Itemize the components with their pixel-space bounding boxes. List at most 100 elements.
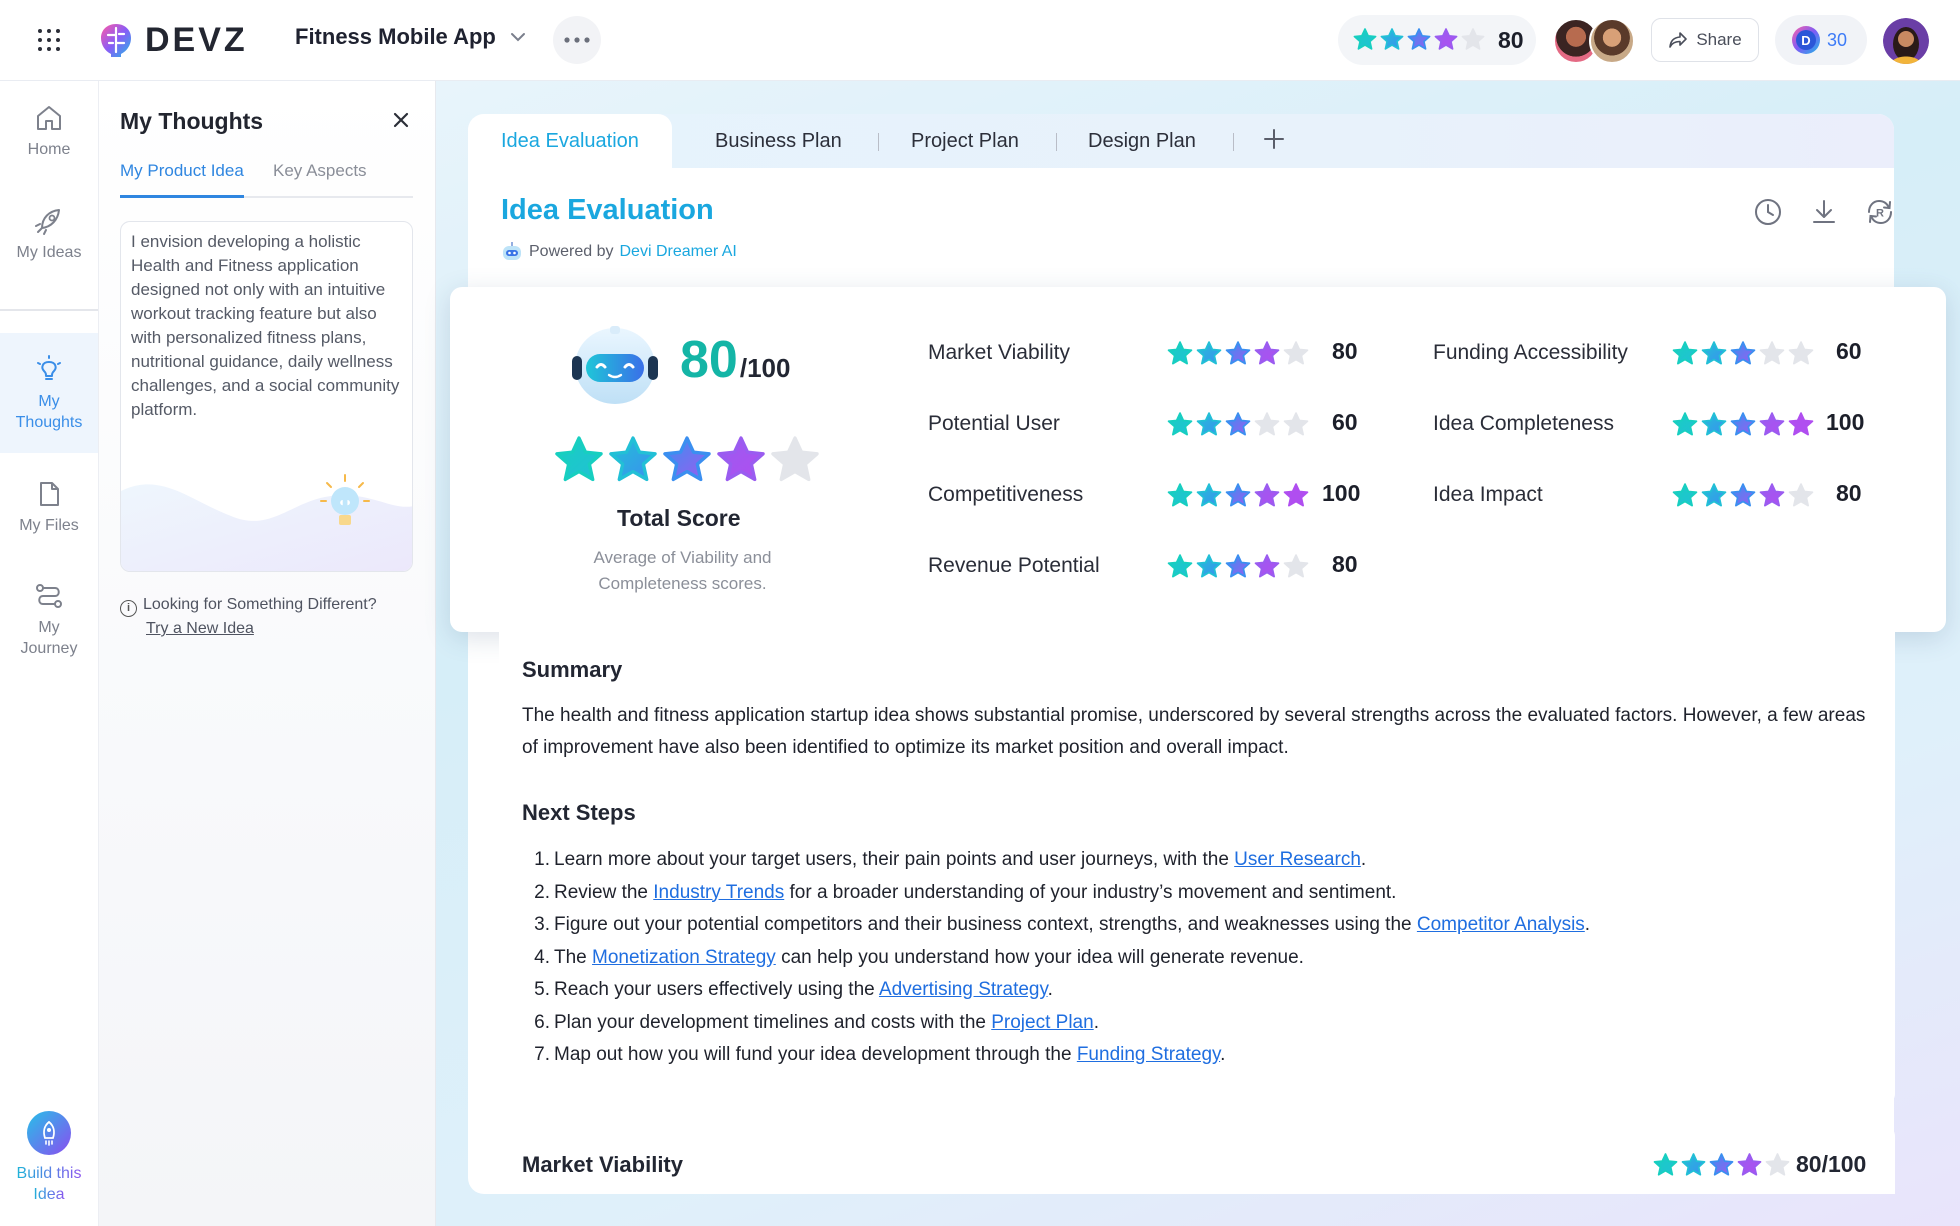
tab-my-product-idea[interactable]: My Product Idea [120,161,244,198]
metric-label: Market Viability [928,341,1070,364]
collaborator-avatar-2[interactable] [1589,18,1635,64]
add-tab-button[interactable] [1263,126,1285,156]
tab-key-aspects[interactable]: Key Aspects [273,161,367,198]
star-filled-icon [1225,483,1251,507]
lightbulb-icon [37,355,61,380]
step-text-end: . [1584,914,1591,935]
credits-letter: D [1801,33,1810,48]
star-filled-icon [1225,554,1251,578]
metric-competitiveness: Competitiveness [928,480,1083,510]
star-filled-icon [1196,412,1222,436]
metric-potential-user-stars [1166,411,1310,439]
step-link[interactable]: Monetization Strategy [592,947,776,968]
next-step-item: 1. Learn more about your target users, th… [522,844,1872,877]
step-text-end: for a broader understanding of your indu… [784,881,1397,903]
star-filled-icon [1254,554,1280,578]
metric-funding-accessibility: Funding Accessibility [1433,338,1628,368]
robot-mascot-icon [572,326,658,404]
regenerate-button[interactable]: R [1865,197,1895,227]
metric-competitiveness-value: 100 [1322,480,1361,506]
user-avatar[interactable] [1883,18,1929,64]
step-text: Plan your development timelines and cost… [554,1011,992,1033]
project-selector[interactable]: Fitness Mobile App [295,24,526,50]
next-steps-list: 1. Learn more about your target users, th… [522,844,1872,1072]
left-navigation: Home My Ideas My Thoughts My Files My Jo… [0,81,99,1226]
tab-project-plan[interactable]: Project Plan [911,114,1019,168]
rocket-launch-icon [43,1120,55,1146]
more-options-button[interactable] [553,16,601,64]
nav-my-thoughts[interactable]: My Thoughts [0,333,98,453]
metric-funding-accessibility-stars [1671,340,1815,368]
star-filled-icon [1254,341,1280,365]
step-link[interactable]: Competitor Analysis [1417,914,1585,935]
metric-market-viability-value: 80 [1332,338,1358,364]
step-text: Learn more about your target users, thei… [554,849,1235,870]
collaborator-avatars[interactable] [1553,18,1635,64]
total-score-value: 80 /100 [680,330,790,390]
star-filled-icon [1167,483,1193,507]
project-name: Fitness Mobile App [295,24,496,49]
next-step-item: 2. Review the Industry Trends for a broad… [522,877,1872,910]
app-grid-icon[interactable] [36,27,62,53]
metric-idea-completeness-stars [1671,411,1815,439]
overall-score-pill[interactable]: 80 [1338,15,1536,65]
star-filled-icon [1225,341,1251,365]
step-link[interactable]: Funding Strategy [1077,1044,1220,1065]
nav-home[interactable]: Home [0,103,98,160]
star-filled-icon [1701,341,1727,365]
star-filled-icon [1254,483,1280,507]
try-new-idea-link[interactable]: Try a New Idea [146,617,420,641]
step-link[interactable]: Advertising Strategy [879,979,1048,1000]
nav-my-ideas[interactable]: My Ideas [0,206,98,263]
star-empty-icon [1788,483,1814,507]
credits-coin-icon: D [1792,26,1820,54]
powered-by-brand[interactable]: Devi Dreamer AI [620,243,737,261]
metric-label: Idea Completeness [1433,412,1614,435]
step-text-end: can help you understand how your idea wi… [775,946,1304,968]
nav-my-journey-label-2: Journey [20,640,78,657]
devz-logo[interactable]: DEVZ [97,20,248,60]
product-idea-text: I envision developing a holistic Health … [131,232,400,419]
star-filled-icon [1225,412,1251,436]
nav-my-files[interactable]: My Files [0,479,98,536]
step-link[interactable]: Project Plan [991,1012,1093,1033]
build-label-2: Idea [33,1186,65,1203]
step-text-end: . [1093,1011,1099,1033]
star-filled-icon [1709,1153,1734,1176]
step-number: 4. [534,946,550,968]
star-filled-icon [1681,1153,1706,1176]
tab-business-plan[interactable]: Business Plan [715,114,842,168]
credits-count: 30 [1827,29,1848,50]
star-empty-icon [1765,1153,1790,1176]
star-filled-icon [1737,1153,1762,1176]
history-button[interactable] [1753,197,1783,227]
plus-icon [1264,129,1284,149]
next-step-item: 7. Map out how you will fund your idea de… [522,1039,1872,1072]
tab-idea-evaluation[interactable]: Idea Evaluation [468,114,672,168]
journey-route-icon [36,584,62,608]
metric-label: Funding Accessibility [1433,341,1628,364]
lightbulb-illustration: ◖◗ [121,474,412,571]
step-number: 1. [534,849,550,870]
nav-my-journey[interactable]: My Journey [0,581,98,659]
share-button[interactable]: Share [1651,18,1759,62]
tab-design-plan[interactable]: Design Plan [1088,114,1196,168]
step-text-end: . [1047,979,1053,1000]
star-filled-icon [1380,28,1404,50]
star-filled-icon [1196,483,1222,507]
close-panel-button[interactable] [389,108,413,132]
build-this-idea-button[interactable]: Build this Idea [0,1111,98,1205]
star-filled-icon [717,436,765,482]
download-icon [1813,200,1835,223]
download-button[interactable] [1809,197,1839,227]
metric-idea-completeness-value: 100 [1826,409,1865,435]
thoughts-tabs: My Product Idea Key Aspects [120,161,413,198]
step-number: 2. [534,881,550,903]
step-link[interactable]: Industry Trends [653,882,784,903]
total-score-max: /100 [739,353,791,383]
step-link[interactable]: User Research [1234,849,1361,870]
product-idea-box[interactable]: I envision developing a holistic Health … [120,221,413,572]
credits-balance[interactable]: D 30 [1775,15,1867,65]
star-filled-icon [1167,554,1193,578]
home-icon [37,106,61,130]
